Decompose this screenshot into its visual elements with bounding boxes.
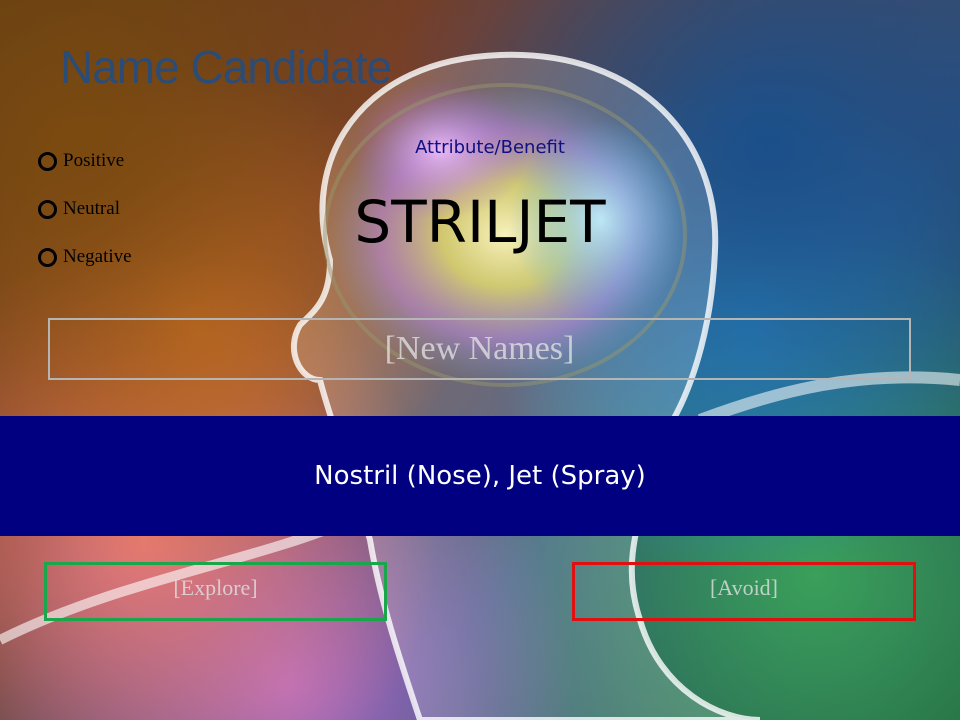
rating-options: Positive Neutral Negative xyxy=(38,142,132,286)
avoid-box[interactable]: [Avoid] xyxy=(572,562,916,621)
meaning-band: Nostril (Nose), Jet (Spray) xyxy=(0,416,960,536)
rating-option-label: Neutral xyxy=(63,198,120,219)
avoid-label: [Avoid] xyxy=(709,575,779,600)
radio-circle-icon[interactable] xyxy=(38,199,57,219)
rating-option-neutral[interactable]: Neutral xyxy=(38,190,132,238)
new-names-placeholder: [New Names] xyxy=(384,330,575,367)
candidate-name: STRILJET xyxy=(354,188,606,256)
rating-option-negative[interactable]: Negative xyxy=(38,238,132,286)
slide-title: Name Candidate xyxy=(60,41,392,93)
explore-label: [Explore] xyxy=(173,575,258,600)
new-names-box[interactable]: [New Names] xyxy=(48,318,911,380)
rating-option-label: Negative xyxy=(63,246,132,267)
name-meaning: Nostril (Nose), Jet (Spray) xyxy=(314,461,646,491)
slide: Name Candidate Positive Neutral Negative… xyxy=(0,0,960,720)
radio-circle-icon[interactable] xyxy=(38,151,57,171)
radio-circle-icon[interactable] xyxy=(38,247,57,267)
rating-option-positive[interactable]: Positive xyxy=(38,142,132,190)
explore-box[interactable]: [Explore] xyxy=(44,562,387,621)
attribute-benefit-label: Attribute/Benefit xyxy=(415,137,565,158)
rating-option-label: Positive xyxy=(63,150,125,171)
